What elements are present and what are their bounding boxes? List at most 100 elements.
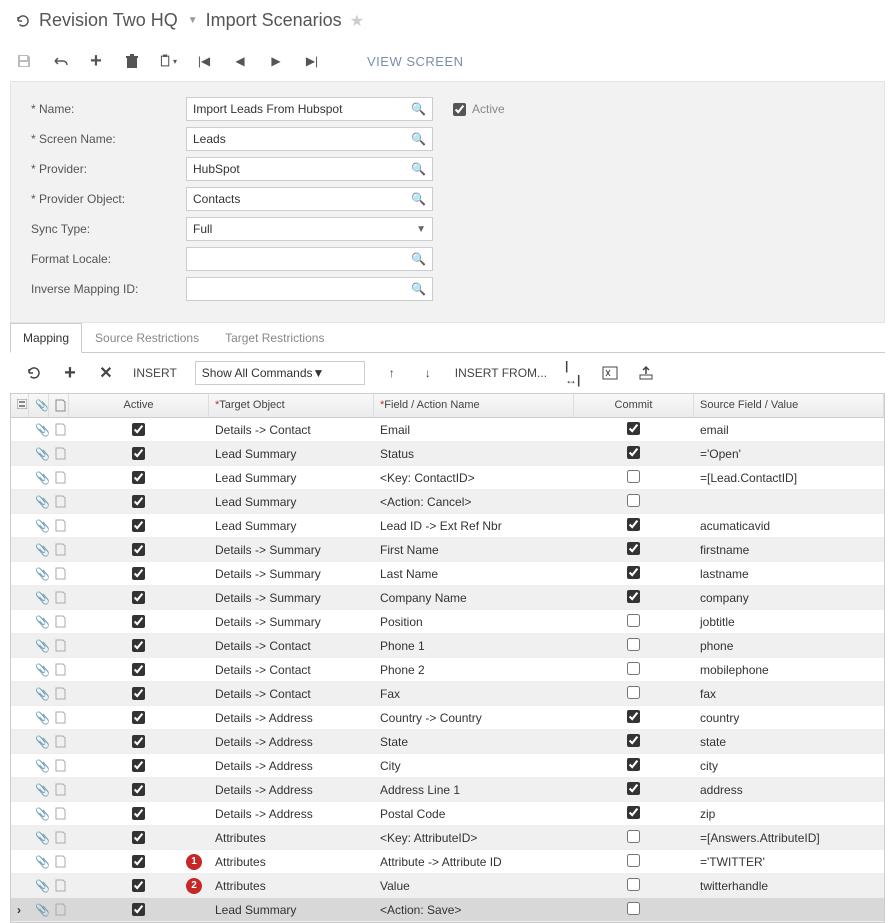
commit-cell[interactable] — [574, 491, 694, 513]
note-icon[interactable] — [49, 756, 69, 775]
attachment-icon[interactable]: 📎 — [29, 564, 49, 584]
attachment-icon[interactable]: 📎 — [29, 876, 49, 896]
table-row[interactable]: 📎Details -> ContactEmailemail — [11, 418, 884, 442]
source-cell[interactable]: state — [694, 732, 884, 752]
search-icon[interactable]: 🔍 — [411, 282, 426, 296]
field-cell[interactable]: State — [374, 732, 574, 752]
attachment-icon[interactable]: 📎 — [29, 588, 49, 608]
active-cell[interactable] — [69, 420, 209, 439]
source-cell[interactable]: phone — [694, 636, 884, 656]
delete-icon[interactable] — [123, 52, 141, 70]
view-screen-link[interactable]: VIEW SCREEN — [367, 54, 464, 69]
source-cell[interactable]: city — [694, 756, 884, 776]
active-cell[interactable] — [69, 900, 209, 919]
note-icon[interactable] — [49, 636, 69, 655]
search-icon[interactable]: 🔍 — [411, 252, 426, 266]
active-column-header[interactable]: Active — [69, 394, 209, 417]
source-cell[interactable]: company — [694, 588, 884, 608]
company-title[interactable]: Revision Two HQ — [39, 10, 178, 31]
field-cell[interactable]: <Action: Cancel> — [374, 492, 574, 512]
table-row[interactable]: 📎Lead SummaryLead ID -> Ext Ref Nbracuma… — [11, 514, 884, 538]
note-icon[interactable] — [49, 804, 69, 823]
attachment-icon[interactable]: 📎 — [29, 420, 49, 440]
clipboard-icon[interactable]: ▾ — [159, 52, 177, 70]
table-row[interactable]: 📎Lead SummaryStatus='Open' — [11, 442, 884, 466]
attachment-icon[interactable]: 📎 — [29, 804, 49, 824]
row-selector[interactable] — [11, 811, 29, 817]
attachment-icon[interactable]: 📎 — [29, 852, 49, 872]
attachment-icon[interactable]: 📎 — [29, 684, 49, 704]
target-cell[interactable]: Attributes — [209, 852, 374, 872]
field-cell[interactable]: City — [374, 756, 574, 776]
note-icon[interactable] — [49, 684, 69, 703]
field-cell[interactable]: Company Name — [374, 588, 574, 608]
tab-mapping[interactable]: Mapping — [10, 323, 82, 353]
table-row[interactable]: 📎Details -> ContactPhone 2mobilephone — [11, 658, 884, 682]
row-selector[interactable] — [11, 499, 29, 505]
field-cell[interactable]: Value — [374, 876, 574, 896]
active-cell[interactable] — [69, 516, 209, 535]
attachment-icon[interactable]: 📎 — [29, 900, 49, 920]
commit-cell[interactable] — [574, 803, 694, 825]
target-cell[interactable]: Details -> Address — [209, 708, 374, 728]
row-selector[interactable] — [11, 547, 29, 553]
active-cell[interactable] — [69, 588, 209, 607]
grid-add-icon[interactable]: + — [61, 364, 79, 382]
table-row[interactable]: 📎Details -> AddressPostal Codezip — [11, 802, 884, 826]
fit-columns-icon[interactable]: |↔| — [565, 364, 583, 382]
attachment-icon[interactable]: 📎 — [29, 540, 49, 560]
search-icon[interactable]: 🔍 — [411, 162, 426, 176]
field-cell[interactable]: Email — [374, 420, 574, 440]
active-cell[interactable] — [69, 684, 209, 703]
source-cell[interactable]: =[Lead.ContactID] — [694, 468, 884, 488]
attachment-icon[interactable]: 📎 — [29, 660, 49, 680]
provider-object-input[interactable]: Contacts🔍 — [186, 187, 433, 211]
source-cell[interactable]: fax — [694, 684, 884, 704]
active-cell[interactable] — [69, 564, 209, 583]
source-cell[interactable]: firstname — [694, 540, 884, 560]
undo-icon[interactable] — [51, 52, 69, 70]
field-cell[interactable]: Address Line 1 — [374, 780, 574, 800]
table-row[interactable]: 📎Lead Summary<Action: Save> — [11, 898, 884, 922]
sync-type-select[interactable]: Full▼ — [186, 217, 433, 241]
target-cell[interactable]: Details -> Summary — [209, 564, 374, 584]
search-icon[interactable]: 🔍 — [411, 192, 426, 206]
target-cell[interactable]: Details -> Address — [209, 732, 374, 752]
attachment-icon[interactable]: 📎 — [29, 444, 49, 464]
source-cell[interactable]: twitterhandle — [694, 876, 884, 896]
source-column-header[interactable]: Source Field / Value — [694, 394, 884, 417]
field-cell[interactable]: Phone 1 — [374, 636, 574, 656]
note-icon[interactable] — [49, 732, 69, 751]
active-cell[interactable]: 1 — [69, 852, 209, 871]
export-excel-icon[interactable] — [601, 364, 619, 382]
field-cell[interactable]: Last Name — [374, 564, 574, 584]
inverse-mapping-input[interactable]: 🔍 — [186, 277, 433, 301]
note-icon[interactable] — [49, 516, 69, 535]
target-cell[interactable]: Details -> Contact — [209, 684, 374, 704]
commit-cell[interactable] — [574, 515, 694, 537]
prev-icon[interactable]: ◀ — [231, 52, 249, 70]
commit-cell[interactable] — [574, 587, 694, 609]
source-cell[interactable]: jobtitle — [694, 612, 884, 632]
target-cell[interactable]: Details -> Summary — [209, 588, 374, 608]
target-cell[interactable]: Details -> Contact — [209, 636, 374, 656]
note-icon[interactable] — [49, 444, 69, 463]
note-icon[interactable] — [49, 780, 69, 799]
add-icon[interactable]: + — [87, 52, 105, 70]
row-selector-header[interactable] — [11, 394, 29, 417]
commit-cell[interactable] — [574, 875, 694, 897]
target-cell[interactable]: Details -> Contact — [209, 420, 374, 440]
field-cell[interactable]: First Name — [374, 540, 574, 560]
row-selector[interactable] — [11, 763, 29, 769]
field-cell[interactable]: Fax — [374, 684, 574, 704]
commit-cell[interactable] — [574, 851, 694, 873]
row-selector[interactable] — [11, 691, 29, 697]
commit-cell[interactable] — [574, 707, 694, 729]
source-cell[interactable]: ='Open' — [694, 444, 884, 464]
target-cell[interactable]: Attributes — [209, 876, 374, 896]
row-selector[interactable] — [11, 715, 29, 721]
commit-cell[interactable] — [574, 827, 694, 849]
active-cell[interactable] — [69, 708, 209, 727]
table-row[interactable]: 📎Details -> AddressStatestate — [11, 730, 884, 754]
commit-cell[interactable] — [574, 899, 694, 921]
